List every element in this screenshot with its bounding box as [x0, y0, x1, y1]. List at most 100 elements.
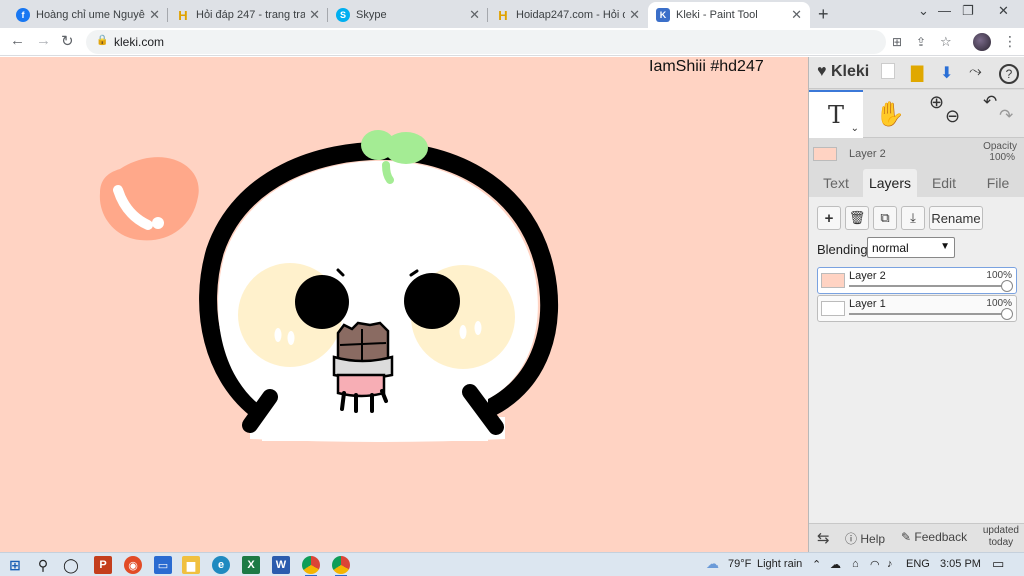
computer-icon[interactable]: ▭ [154, 556, 172, 574]
share-icon[interactable]: ⤳ [969, 63, 982, 81]
bookmark-star-icon[interactable]: ☆ [940, 34, 952, 50]
window-list-chevron-icon[interactable]: ⌄ [918, 3, 929, 19]
new-image-icon[interactable] [881, 63, 895, 79]
browser-tab-kleki[interactable]: K Kleki - Paint Tool ✕ [648, 2, 810, 28]
close-tab-icon[interactable]: ✕ [791, 7, 802, 23]
windows-start-icon[interactable]: ⊞ [6, 556, 24, 574]
browser-menu-icon[interactable]: ⋮ [1003, 33, 1017, 50]
swap-sides-icon[interactable]: ⇆ [817, 529, 830, 547]
clock-time[interactable]: 3:05 PM [940, 558, 981, 570]
skype-icon: S [336, 8, 350, 22]
updated-line-2: today [988, 537, 1014, 548]
share-page-icon[interactable]: ⇪ [916, 35, 926, 49]
browser-tab-hoidap-2[interactable]: H Hoidap247.com - Hỏi đáp ✕ [488, 2, 648, 28]
panel-tabs: Text Layers Edit File [809, 169, 1024, 197]
help-icon[interactable]: ? [999, 64, 1019, 84]
add-layer-button[interactable]: + [817, 206, 841, 230]
tray-chevron-up-icon[interactable]: ⌃ [812, 558, 821, 571]
translate-icon[interactable]: ⊞ [892, 35, 902, 49]
zoom-out-icon[interactable]: ⊖ [945, 106, 960, 127]
browser-tab-skype[interactable]: S Skype ✕ [328, 2, 488, 28]
minimize-icon[interactable]: — [938, 3, 951, 18]
tool-bar: T ⌄ ✋ ⊕ ⊖ ↶ ↷ [809, 90, 1024, 138]
open-folder-icon[interactable]: ▇ [911, 63, 923, 83]
updated-note[interactable]: updated today [983, 525, 1019, 549]
weather-icon[interactable]: ☁ [706, 556, 719, 572]
layer-thumbnail [821, 273, 845, 288]
drawing-canvas[interactable]: IamShiii #hd247 [0, 57, 808, 552]
kleki-logo[interactable]: ♥ Kleki [817, 63, 869, 81]
close-tab-icon[interactable]: ✕ [309, 7, 320, 23]
close-tab-icon[interactable]: ✕ [629, 7, 640, 23]
layer-row-layer-1[interactable]: Layer 1 100% [817, 295, 1017, 322]
merge-down-icon: ⤓ [910, 210, 916, 225]
file-explorer-icon[interactable]: ▆ [182, 556, 200, 574]
tab-file[interactable]: File [971, 169, 1024, 197]
undo-icon[interactable]: ↶ [983, 92, 997, 112]
notifications-icon[interactable]: ▭ [992, 556, 1004, 572]
browser-toolbar: ← → ↻ 🔒 kleki.com ⊞ ⇪ ☆ ⋮ [0, 28, 1024, 56]
zoom-in-icon[interactable]: ⊕ [929, 92, 944, 113]
close-tab-icon[interactable]: ✕ [149, 7, 160, 23]
profile-avatar[interactable] [973, 33, 991, 51]
layer-opacity-knob[interactable] [1001, 308, 1013, 320]
tab-text[interactable]: Text [809, 169, 863, 197]
volume-icon[interactable]: ♪ [887, 558, 893, 570]
kleki-side-panel: ♥ Kleki ▇ ⬇ ⤳ ? T ⌄ ✋ ⊕ ⊖ ↶ ↷ Layer 2 Op… [808, 57, 1024, 552]
back-arrow-icon[interactable]: ← [10, 32, 25, 49]
edge-icon[interactable]: e [212, 556, 230, 574]
hand-tool-button[interactable]: ✋ [863, 90, 917, 138]
browser-tab-facebook[interactable]: f Hoàng chỉ ume Nguyễn H ✕ [8, 2, 168, 28]
merge-down-button[interactable]: ⤓ [901, 206, 925, 230]
cloud-icon[interactable]: ☁ [830, 558, 841, 571]
redo-icon[interactable]: ↷ [999, 106, 1013, 126]
language-indicator[interactable]: ENG [906, 558, 930, 570]
canvas-signature-text: IamShiii #hd247 [649, 58, 764, 75]
chrome-icon[interactable] [332, 556, 350, 576]
weather-temperature[interactable]: 79°F [728, 558, 751, 570]
blending-select[interactable]: normal ▼ [867, 237, 955, 258]
save-download-icon[interactable]: ⬇ [940, 63, 953, 83]
hand-icon: ✋ [875, 100, 905, 128]
layer-row-layer-2[interactable]: Layer 2 100% [817, 267, 1017, 294]
blending-label: Blending [817, 242, 868, 257]
current-layer-thumbnail [813, 147, 837, 161]
layer-thumbnail [821, 301, 845, 316]
zoom-buttons: ⊕ ⊖ [917, 90, 971, 138]
new-tab-plus-icon[interactable]: + [818, 4, 829, 25]
media-player-icon[interactable]: ◉ [124, 556, 142, 574]
search-icon[interactable]: ⚲ [34, 556, 52, 574]
close-tab-icon[interactable]: ✕ [469, 7, 480, 23]
tab-edit[interactable]: Edit [917, 169, 971, 197]
kleki-logo-icon: ♥ [817, 63, 827, 80]
task-view-icon[interactable]: ◯ [62, 556, 80, 574]
weather-description[interactable]: Light rain [757, 558, 802, 570]
chevron-down-icon[interactable]: ⌄ [851, 123, 859, 134]
word-icon[interactable]: W [272, 556, 290, 574]
feedback-button[interactable]: ✎ Feedback [901, 530, 967, 544]
wifi-icon[interactable]: ◠ [870, 558, 880, 571]
address-bar[interactable]: 🔒 kleki.com ⊞ ⇪ ☆ [86, 30, 952, 54]
powerpoint-icon[interactable]: P [94, 556, 112, 574]
duplicate-icon: ⧉ [880, 210, 890, 225]
layer-opacity-slider[interactable] [849, 285, 1007, 287]
layer-opacity-knob[interactable] [1001, 280, 1013, 292]
browser-tab-hoidap-1[interactable]: H Hỏi đáp 247 - trang tra loi ✕ [168, 2, 328, 28]
text-tool-button[interactable]: T ⌄ [809, 90, 863, 138]
tab-layers[interactable]: Layers [863, 169, 917, 197]
opacity-label: Opacity [983, 141, 1017, 152]
close-window-icon[interactable]: ✕ [998, 3, 1009, 19]
tab-title: Hoàng chỉ ume Nguyễn H [36, 9, 145, 21]
reload-icon[interactable]: ↻ [61, 32, 74, 50]
layer-opacity-slider[interactable] [849, 313, 1007, 315]
delete-layer-button[interactable]: 🗑 [845, 206, 869, 230]
current-layer-name: Layer 2 [849, 148, 886, 160]
help-button[interactable]: ⓘ Help [845, 530, 885, 547]
restore-icon[interactable]: ❐ [962, 3, 974, 19]
chrome-icon[interactable] [302, 556, 320, 576]
rename-layer-button[interactable]: Rename [929, 206, 983, 230]
excel-icon[interactable]: X [242, 556, 260, 574]
duplicate-layer-button[interactable]: ⧉ [873, 206, 897, 230]
forward-arrow-icon[interactable]: → [36, 32, 51, 49]
network-icon[interactable]: ⌂ [852, 558, 859, 570]
